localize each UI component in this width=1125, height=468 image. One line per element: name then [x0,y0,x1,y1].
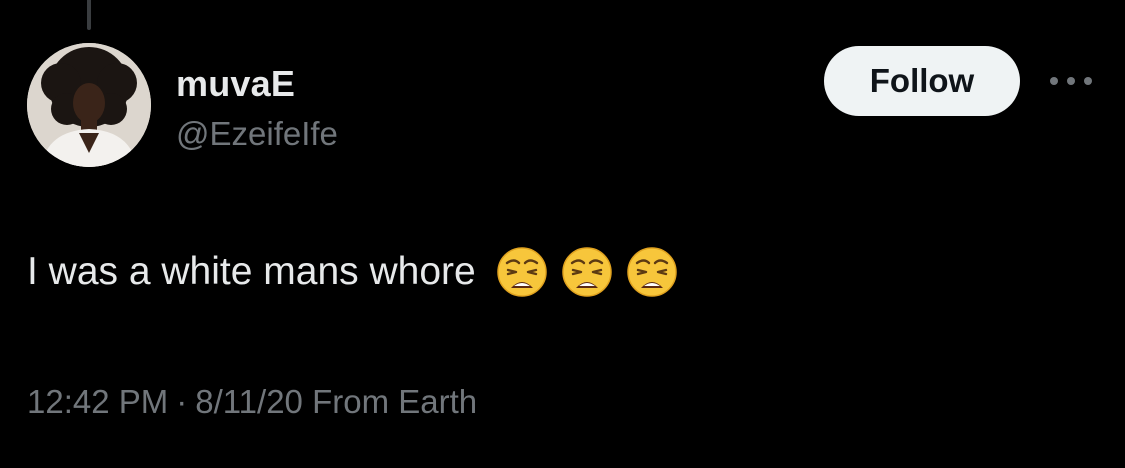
meta-separator: · [176,383,188,420]
more-options-button[interactable] [1046,64,1096,98]
tweet-meta: 12:42 PM · 8/11/20 From Earth [27,382,477,422]
author-info: muvaE @EzeifeIfe [176,64,338,154]
weary-face-icon [626,247,677,297]
more-horizontal-icon [1050,77,1092,85]
weary-face-icon [561,247,612,297]
tweet-date[interactable]: 8/11/20 [195,383,303,420]
profile-photo-icon [27,43,151,167]
tweet-source: From Earth [312,383,478,420]
tweet-body: I was a white mans whore [27,246,678,298]
tweet-time[interactable]: 12:42 PM [27,383,168,420]
weary-face-icon [496,247,547,297]
author-display-name[interactable]: muvaE [176,64,338,104]
follow-button[interactable]: Follow [824,46,1020,116]
avatar[interactable] [27,43,151,167]
tweet-text: I was a white mans whore [27,250,476,293]
thread-connector-line [87,0,91,30]
emoji-group [496,246,678,298]
author-handle[interactable]: @EzeifeIfe [176,114,338,154]
